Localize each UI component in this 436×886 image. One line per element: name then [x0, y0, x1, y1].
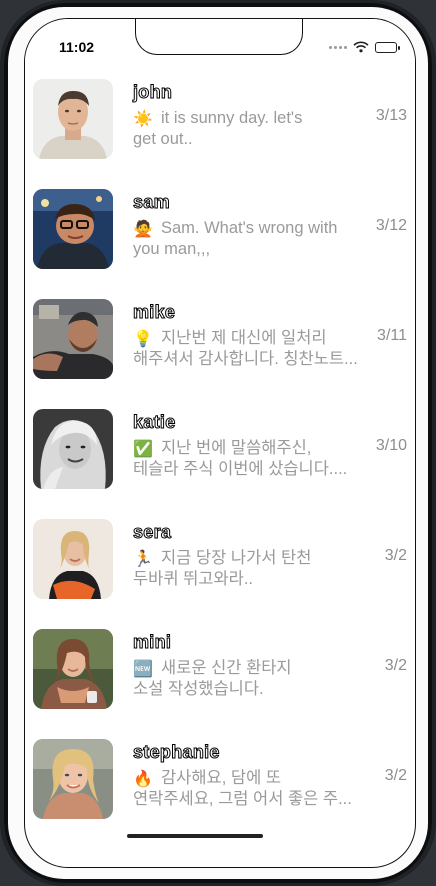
contact-name: mike	[132, 302, 176, 323]
avatar-mike[interactable]	[33, 299, 113, 379]
signal-icon	[329, 45, 347, 49]
chat-row-mike[interactable]: mike 💡 지난번 제 대신에 일처리 해주셔서 감사합니다. 칭찬노트...…	[25, 294, 415, 404]
message-preview: 감사해요, 담에 또 연락주세요, 그럼 어서 좋은 주...	[133, 769, 352, 808]
message-preview: it is sunny day. let's get out..	[133, 109, 303, 148]
chat-row-stephanie[interactable]: stephanie 🔥 감사해요, 담에 또 연락주세요, 그럼 어서 좋은 주…	[25, 734, 415, 844]
avatar-katie[interactable]	[33, 409, 113, 489]
message-date: 3/2	[384, 767, 407, 784]
chat-row-sam[interactable]: sam 🙅 Sam. What's wrong with you man,,, …	[25, 184, 415, 294]
status-time: 11:02	[59, 39, 95, 55]
message-preview: 지난번 제 대신에 일처리 해주셔서 감사합니다. 칭찬노트...	[133, 329, 358, 368]
phone-screen: 11:02 john ☀️ it is sunny day. let's get…	[24, 18, 416, 868]
chat-row-katie[interactable]: katie ✅ 지난 번에 말씀해주신, 테슬라 주식 이번에 샀습니다....…	[25, 404, 415, 514]
avatar-mini[interactable]	[33, 629, 113, 709]
message-date: 3/13	[375, 107, 407, 124]
wifi-icon	[353, 41, 369, 53]
message-date: 3/10	[375, 437, 407, 454]
contact-name: sam	[133, 192, 171, 213]
status-icons	[329, 41, 400, 53]
chat-row-sera[interactable]: sera 🏃 지금 당장 나가서 탄천 두바퀴 뛰고와라.. 3/2	[25, 514, 415, 624]
avatar-john[interactable]	[33, 79, 113, 159]
chat-list: john ☀️ it is sunny day. let's get out..…	[25, 74, 415, 844]
avatar-stephanie[interactable]	[33, 739, 113, 819]
contact-name: stephanie	[133, 742, 220, 763]
message-date: 3/11	[377, 327, 407, 344]
message-date: 3/2	[384, 547, 407, 564]
contact-name: sera	[132, 522, 172, 543]
home-indicator[interactable]	[127, 834, 263, 838]
message-preview: 지금 당장 나가서 탄천 두바퀴 뛰고와라..	[133, 549, 312, 588]
message-date: 3/12	[375, 217, 407, 234]
message-preview: 새로운 신간 환타지 소설 작성했습니다.	[133, 659, 292, 698]
notch	[135, 19, 303, 55]
message-date: 3/2	[384, 657, 407, 674]
battery-icon	[375, 41, 400, 53]
avatar-sam[interactable]	[33, 189, 113, 269]
contact-name: mini	[132, 632, 172, 653]
contact-name: john	[132, 82, 173, 103]
chat-row-john[interactable]: john ☀️ it is sunny day. let's get out..…	[25, 74, 415, 184]
message-preview: Sam. What's wrong with you man,,,	[133, 219, 338, 258]
chat-row-mini[interactable]: mini 🆕 새로운 신간 환타지 소설 작성했습니다. 3/2	[25, 624, 415, 734]
avatar-sera[interactable]	[33, 519, 113, 599]
message-preview: 지난 번에 말씀해주신, 테슬라 주식 이번에 샀습니다....	[133, 439, 348, 478]
contact-name: katie	[133, 412, 176, 433]
